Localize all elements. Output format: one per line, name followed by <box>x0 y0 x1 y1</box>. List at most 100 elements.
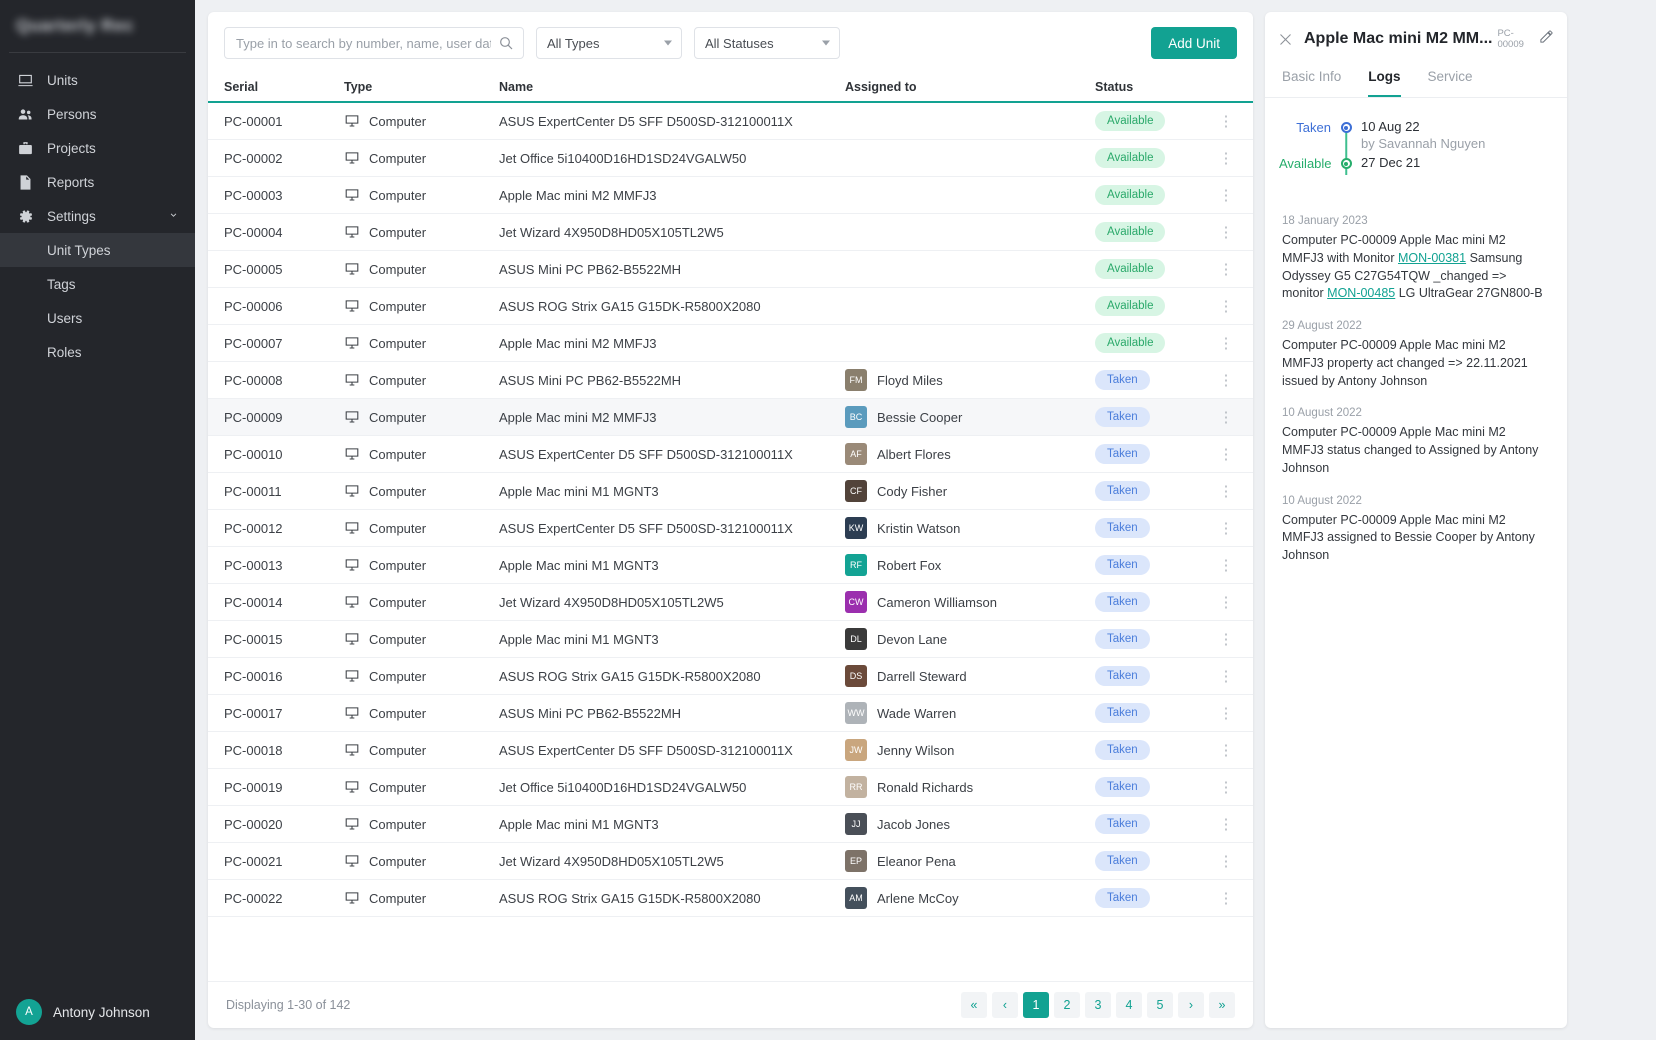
sidebar-item-units[interactable]: Units <box>0 63 195 97</box>
close-icon[interactable] <box>1278 32 1293 47</box>
row-actions-menu-button[interactable]: ⋮ <box>1215 447 1237 462</box>
add-unit-button[interactable]: Add Unit <box>1151 27 1237 59</box>
kebab-menu-icon[interactable]: ⋮ <box>1219 447 1234 462</box>
search-input-wrapper[interactable] <box>224 27 524 59</box>
sidebar-item-settings[interactable]: Settings <box>0 199 195 233</box>
pagination-page-1[interactable]: 1 <box>1023 992 1049 1018</box>
current-user[interactable]: A Antony Johnson <box>0 984 195 1040</box>
row-actions-menu-button[interactable]: ⋮ <box>1215 484 1237 499</box>
row-actions-menu-button[interactable]: ⋮ <box>1215 595 1237 610</box>
kebab-menu-icon[interactable]: ⋮ <box>1219 558 1234 573</box>
kebab-menu-icon[interactable]: ⋮ <box>1219 299 1234 314</box>
search-icon[interactable] <box>498 35 514 56</box>
kebab-menu-icon[interactable]: ⋮ <box>1219 114 1234 129</box>
table-row[interactable]: PC-00002ComputerJet Office 5i10400D16HD1… <box>208 140 1253 177</box>
kebab-menu-icon[interactable]: ⋮ <box>1219 706 1234 721</box>
table-row[interactable]: PC-00008ComputerASUS Mini PC PB62-B5522M… <box>208 362 1253 399</box>
cell-serial: PC-00003 <box>224 188 344 203</box>
pagination-page-4[interactable]: 4 <box>1116 992 1142 1018</box>
kebab-menu-icon[interactable]: ⋮ <box>1219 188 1234 203</box>
kebab-menu-icon[interactable]: ⋮ <box>1219 410 1234 425</box>
kebab-menu-icon[interactable]: ⋮ <box>1219 632 1234 647</box>
edit-pencil-icon[interactable] <box>1539 29 1554 49</box>
kebab-menu-icon[interactable]: ⋮ <box>1219 854 1234 869</box>
row-actions-menu-button[interactable]: ⋮ <box>1215 558 1237 573</box>
table-row[interactable]: PC-00019ComputerJet Office 5i10400D16HD1… <box>208 769 1253 806</box>
kebab-menu-icon[interactable]: ⋮ <box>1219 595 1234 610</box>
log-text: Computer PC-00009 Apple Mac mini M2 MMFJ… <box>1282 424 1550 477</box>
table-row[interactable]: PC-00012ComputerASUS ExpertCenter D5 SFF… <box>208 510 1253 547</box>
table-row[interactable]: PC-00017ComputerASUS Mini PC PB62-B5522M… <box>208 695 1253 732</box>
sidebar-item-tags[interactable]: Tags <box>0 267 195 301</box>
table-row[interactable]: PC-00018ComputerASUS ExpertCenter D5 SFF… <box>208 732 1253 769</box>
table-row[interactable]: PC-00007ComputerApple Mac mini M2 MMFJ3A… <box>208 325 1253 362</box>
sidebar-item-users[interactable]: Users <box>0 301 195 335</box>
table-row[interactable]: PC-00016ComputerASUS ROG Strix GA15 G15D… <box>208 658 1253 695</box>
status-filter-select[interactable]: All Statuses <box>694 27 840 59</box>
pagination-page-5[interactable]: 5 <box>1147 992 1173 1018</box>
kebab-menu-icon[interactable]: ⋮ <box>1219 484 1234 499</box>
kebab-menu-icon[interactable]: ⋮ <box>1219 743 1234 758</box>
row-actions-menu-button[interactable]: ⋮ <box>1215 780 1237 795</box>
kebab-menu-icon[interactable]: ⋮ <box>1219 336 1234 351</box>
kebab-menu-icon[interactable]: ⋮ <box>1219 373 1234 388</box>
kebab-menu-icon[interactable]: ⋮ <box>1219 669 1234 684</box>
row-actions-menu-button[interactable]: ⋮ <box>1215 706 1237 721</box>
row-actions-menu-button[interactable]: ⋮ <box>1215 817 1237 832</box>
sidebar-item-projects[interactable]: Projects <box>0 131 195 165</box>
kebab-menu-icon[interactable]: ⋮ <box>1219 891 1234 906</box>
table-row[interactable]: PC-00021ComputerJet Wizard 4X950D8HD05X1… <box>208 843 1253 880</box>
table-row[interactable]: PC-00015ComputerApple Mac mini M1 MGNT3D… <box>208 621 1253 658</box>
row-actions-menu-button[interactable]: ⋮ <box>1215 151 1237 166</box>
pagination-page-3[interactable]: 3 <box>1085 992 1111 1018</box>
log-link[interactable]: MON-00485 <box>1327 286 1395 300</box>
row-actions-menu-button[interactable]: ⋮ <box>1215 521 1237 536</box>
table-row[interactable]: PC-00006ComputerASUS ROG Strix GA15 G15D… <box>208 288 1253 325</box>
tab-service[interactable]: Service <box>1428 63 1473 97</box>
kebab-menu-icon[interactable]: ⋮ <box>1219 151 1234 166</box>
row-actions-menu-button[interactable]: ⋮ <box>1215 114 1237 129</box>
table-row[interactable]: PC-00003ComputerApple Mac mini M2 MMFJ3A… <box>208 177 1253 214</box>
table-row[interactable]: PC-00005ComputerASUS Mini PC PB62-B5522M… <box>208 251 1253 288</box>
tab-basic-info[interactable]: Basic Info <box>1282 63 1341 97</box>
log-link[interactable]: MON-00381 <box>1398 251 1466 265</box>
kebab-menu-icon[interactable]: ⋮ <box>1219 262 1234 277</box>
pagination-page-2[interactable]: 2 <box>1054 992 1080 1018</box>
table-row[interactable]: PC-00014ComputerJet Wizard 4X950D8HD05X1… <box>208 584 1253 621</box>
row-actions-menu-button[interactable]: ⋮ <box>1215 299 1237 314</box>
row-actions-menu-button[interactable]: ⋮ <box>1215 632 1237 647</box>
row-actions-menu-button[interactable]: ⋮ <box>1215 188 1237 203</box>
table-row[interactable]: PC-00009ComputerApple Mac mini M2 MMFJ3B… <box>208 399 1253 436</box>
type-filter-select[interactable]: All Types <box>536 27 682 59</box>
kebab-menu-icon[interactable]: ⋮ <box>1219 780 1234 795</box>
kebab-menu-icon[interactable]: ⋮ <box>1219 225 1234 240</box>
table-row[interactable]: PC-00011ComputerApple Mac mini M1 MGNT3C… <box>208 473 1253 510</box>
kebab-menu-icon[interactable]: ⋮ <box>1219 521 1234 536</box>
sidebar-item-roles[interactable]: Roles <box>0 335 195 369</box>
pagination-next-button[interactable]: › <box>1178 992 1204 1018</box>
table-row[interactable]: PC-00020ComputerApple Mac mini M1 MGNT3J… <box>208 806 1253 843</box>
row-actions-menu-button[interactable]: ⋮ <box>1215 854 1237 869</box>
table-row[interactable]: PC-00001ComputerASUS ExpertCenter D5 SFF… <box>208 103 1253 140</box>
sidebar-item-persons[interactable]: Persons <box>0 97 195 131</box>
row-actions-menu-button[interactable]: ⋮ <box>1215 669 1237 684</box>
table-row[interactable]: PC-00010ComputerASUS ExpertCenter D5 SFF… <box>208 436 1253 473</box>
sidebar-item-unit-types[interactable]: Unit Types <box>0 233 195 267</box>
row-actions-menu-button[interactable]: ⋮ <box>1215 410 1237 425</box>
pagination-prev-button[interactable]: ‹ <box>992 992 1018 1018</box>
table-row[interactable]: PC-00022ComputerASUS ROG Strix GA15 G15D… <box>208 880 1253 917</box>
pagination-last-button[interactable]: » <box>1209 992 1235 1018</box>
tab-logs[interactable]: Logs <box>1368 63 1400 97</box>
row-actions-menu-button[interactable]: ⋮ <box>1215 262 1237 277</box>
row-actions-menu-button[interactable]: ⋮ <box>1215 373 1237 388</box>
search-input[interactable] <box>236 36 491 51</box>
table-row[interactable]: PC-00004ComputerJet Wizard 4X950D8HD05X1… <box>208 214 1253 251</box>
sidebar-item-reports[interactable]: Reports <box>0 165 195 199</box>
row-actions-menu-button[interactable]: ⋮ <box>1215 336 1237 351</box>
table-row[interactable]: PC-00013ComputerApple Mac mini M1 MGNT3R… <box>208 547 1253 584</box>
kebab-menu-icon[interactable]: ⋮ <box>1219 817 1234 832</box>
row-actions-menu-button[interactable]: ⋮ <box>1215 743 1237 758</box>
pagination-first-button[interactable]: « <box>961 992 987 1018</box>
row-actions-menu-button[interactable]: ⋮ <box>1215 891 1237 906</box>
row-actions-menu-button[interactable]: ⋮ <box>1215 225 1237 240</box>
